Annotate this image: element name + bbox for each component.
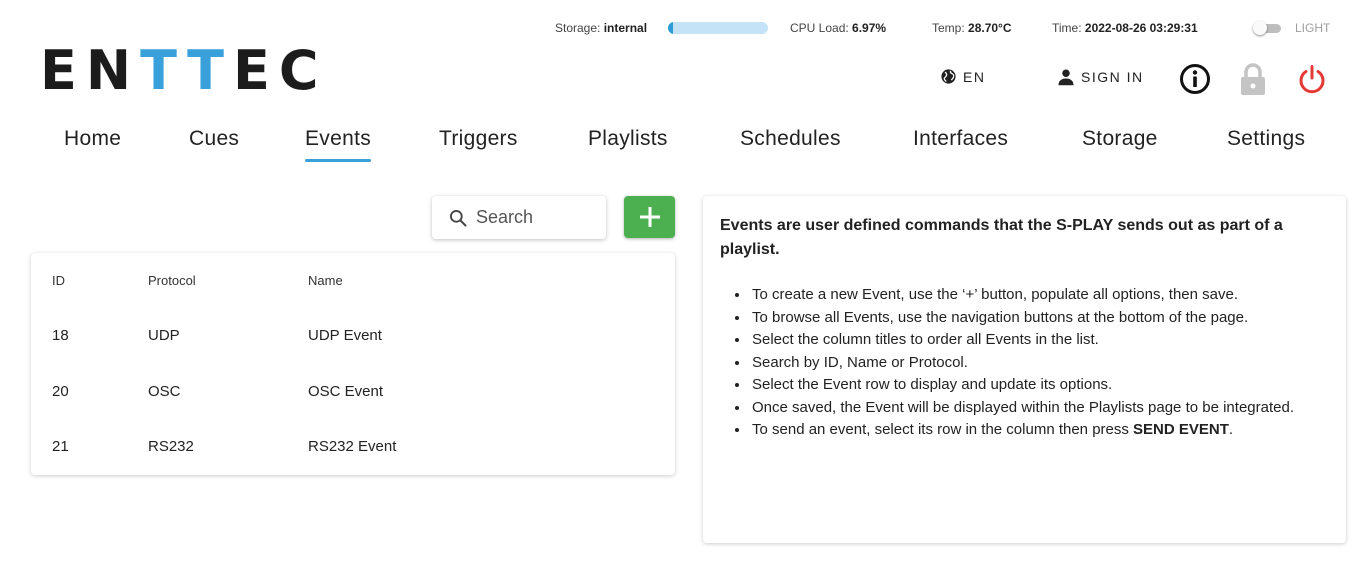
tab-settings[interactable]: Settings [1227,127,1305,151]
lock-button[interactable] [1236,62,1270,96]
row-name: RS232 Event [308,438,397,455]
tab-events[interactable]: Events [305,127,371,162]
search-box [432,196,606,239]
tab-playlists[interactable]: Playlists [588,127,668,151]
search-input[interactable] [476,207,596,228]
cpu-status: CPU Load: 6.97% [790,21,886,35]
time-status: Time: 2022-08-26 03:29:31 [1052,21,1198,35]
language-label: EN [963,68,986,85]
power-icon [1299,65,1325,94]
help-item: Once saved, the Event will be displayed … [750,397,1330,420]
tab-home[interactable]: Home [64,127,121,151]
column-header-id[interactable]: ID [52,273,65,288]
help-item-text: To send an event, select its row in the … [752,421,1134,438]
row-protocol: UDP [148,327,180,344]
sign-in-label: SIGN IN [1081,69,1144,85]
row-protocol: OSC [148,383,181,400]
storage-value: internal [603,21,648,35]
table-row[interactable]: 18 UDP UDP Event [31,309,675,365]
table-row[interactable]: 21 RS232 RS232 Event [31,420,675,476]
tab-storage[interactable]: Storage [1082,127,1158,151]
cpu-value: 6.97% [852,21,887,35]
storage-label: Storage: [555,21,601,35]
logo-part-3: EC [233,39,328,102]
globe-icon [941,69,956,84]
events-help-card: Events are user defined commands that th… [703,196,1346,543]
row-protocol: RS232 [148,438,194,455]
row-id: 18 [52,327,69,344]
language-button[interactable]: EN [940,68,985,85]
enttec-logo: ENTTEC [40,41,328,101]
help-item: Select the column titles to order all Ev… [750,329,1330,352]
help-item-end: . [1228,421,1234,438]
logo-part-1: EN [40,39,141,102]
tab-cues[interactable]: Cues [189,127,239,151]
help-item: To create a new Event, use the ‘+’ butto… [750,284,1330,307]
column-header-name[interactable]: Name [308,273,343,288]
lock-icon [1241,63,1265,95]
add-event-button[interactable] [624,196,675,238]
column-header-protocol[interactable]: Protocol [148,273,196,288]
theme-toggle-thumb [1253,21,1267,35]
help-title: Events are user defined commands that th… [720,217,1283,258]
time-label: Time: [1052,21,1082,35]
tab-interfaces[interactable]: Interfaces [913,127,1008,151]
help-item: To browse all Events, use the navigation… [750,307,1330,330]
logo-part-accent: TT [140,39,234,102]
row-id: 20 [52,383,69,400]
send-event-text: SEND EVENT [1133,421,1229,438]
info-button[interactable] [1178,62,1212,96]
theme-toggle[interactable] [1253,21,1281,35]
storage-usage-fill [668,22,673,34]
events-table: ID Protocol Name 18 UDP UDP Event 20 OSC… [31,253,675,475]
table-row[interactable]: 20 OSC OSC Event [31,365,675,421]
help-item: Search by ID, Name or Protocol. [750,352,1330,375]
tab-schedules[interactable]: Schedules [740,127,841,151]
help-item: To send an event, select its row in the … [750,419,1330,442]
time-value: 2022-08-26 03:29:31 [1084,21,1198,35]
user-icon [1058,69,1074,86]
row-id: 21 [52,438,69,455]
temp-status: Temp: 28.70°C [932,21,1012,35]
row-name: OSC Event [308,383,384,400]
search-icon [450,209,467,226]
theme-label: LIGHT [1295,21,1331,35]
storage-status: Storage: internal [555,21,647,35]
help-item: Select the Event row to display and upda… [750,374,1330,397]
tab-triggers[interactable]: Triggers [439,127,518,151]
help-list: To create a new Event, use the ‘+’ butto… [720,284,1330,442]
row-name: UDP Event [308,327,382,344]
storage-usage-bar [668,22,768,34]
temp-label: Temp: [932,21,965,35]
cpu-label: CPU Load: [790,21,849,35]
status-bar: Storage: internal CPU Load: 6.97% Temp: … [0,18,1370,38]
info-icon [1180,64,1210,94]
plus-icon [639,207,660,227]
power-button[interactable] [1295,62,1329,96]
sign-in-button[interactable]: SIGN IN [1057,68,1144,86]
temp-value: 28.70°C [968,21,1012,35]
